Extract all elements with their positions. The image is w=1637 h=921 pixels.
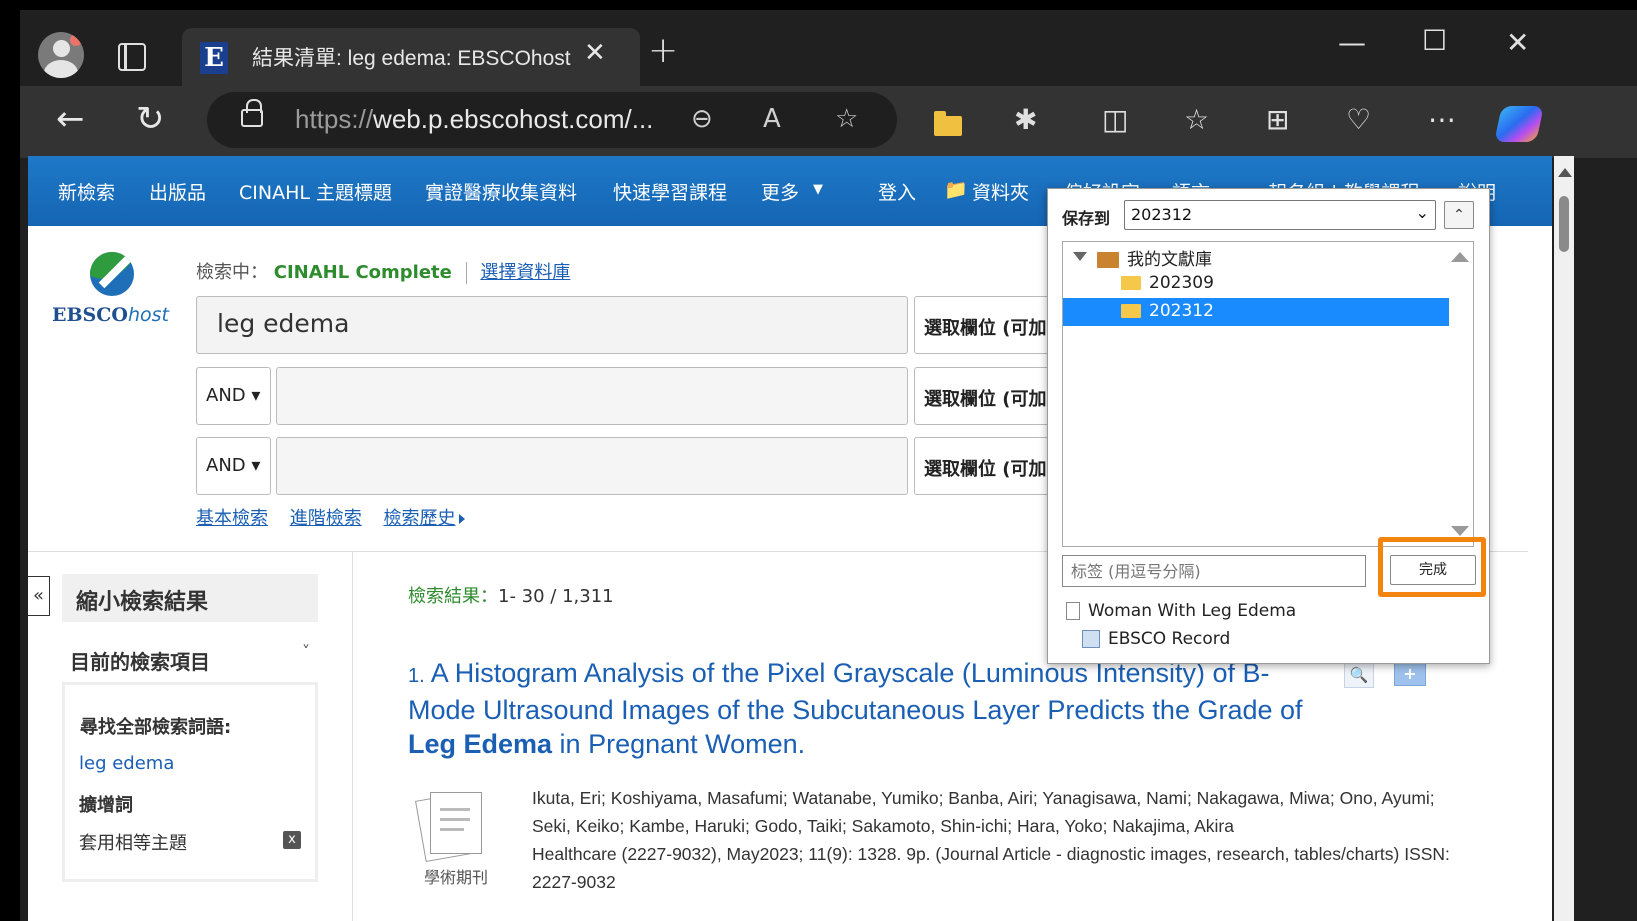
- collapse-sidebar-button[interactable]: «: [28, 576, 50, 616]
- nav-new-search[interactable]: 新檢索: [58, 178, 115, 205]
- scroll-up-icon[interactable]: [1451, 252, 1469, 262]
- journal-icon: [415, 788, 490, 863]
- bool-select-3[interactable]: AND ▾: [196, 437, 271, 495]
- publication-type: 學術期刊: [424, 868, 489, 887]
- remove-icon[interactable]: x: [283, 831, 301, 849]
- url-field[interactable]: https://web.p.ebscohost.com/... ⊖ A ☆: [207, 92, 897, 148]
- active-tab[interactable]: E 結果清單: leg edema: EBSCOhost ✕: [182, 28, 640, 88]
- saved-item-title: Woman With Leg Edema: [1066, 601, 1296, 621]
- saved-item-record: EBSCO Record: [1082, 629, 1230, 649]
- refine-results-heading: 縮小檢索結果: [62, 574, 318, 622]
- copilot-icon[interactable]: [1494, 106, 1544, 142]
- scroll-thumb[interactable]: [1559, 196, 1569, 252]
- tab-actions-icon[interactable]: [118, 43, 146, 71]
- folder-icon: [1121, 304, 1141, 318]
- save-to-folder-dialog: 保存到 202312⌄ ⌃ 我的文獻庫 202309 202312 完成 Wom…: [1047, 188, 1490, 664]
- advanced-search-link[interactable]: 進階檢索: [290, 508, 362, 529]
- done-button[interactable]: 完成: [1390, 555, 1476, 585]
- chevron-down-icon: ⌄: [1415, 203, 1429, 222]
- tab-title: 結果清單: leg edema: EBSCOhost: [252, 47, 571, 70]
- caret-right-icon: [459, 514, 466, 524]
- url-text: https://web.p.ebscohost.com/...: [295, 104, 654, 134]
- address-bar: ← ↻ https://web.p.ebscohost.com/... ⊖ A …: [20, 86, 1637, 158]
- new-tab-icon[interactable]: +: [648, 30, 678, 71]
- back-icon[interactable]: ←: [56, 102, 85, 136]
- nav-publications[interactable]: 出版品: [149, 178, 206, 205]
- ebsco-favicon-icon: E: [200, 42, 228, 74]
- page-scrollbar[interactable]: [1554, 156, 1574, 921]
- result-count: 檢索結果：1- 30 / 1,311: [408, 586, 614, 607]
- tree-folder-202309[interactable]: 202309: [1121, 273, 1214, 293]
- refresh-icon[interactable]: ↻: [136, 102, 165, 136]
- search-input-3[interactable]: [276, 437, 908, 495]
- read-aloud-icon[interactable]: A: [763, 104, 781, 134]
- tags-input[interactable]: [1062, 555, 1366, 587]
- chevron-down-icon[interactable]: ˅: [302, 642, 310, 661]
- folder-tree: 我的文獻庫 202309 202312: [1062, 241, 1474, 547]
- current-search-box: 尋找全部檢索詞語: leg edema 擴增詞 套用相等主題 x: [62, 682, 318, 882]
- searching-in: 檢索中： CINAHL Complete 選擇資料庫: [196, 262, 571, 284]
- minimize-icon[interactable]: —: [1338, 26, 1366, 59]
- collections-icon[interactable]: ⊞: [1266, 104, 1289, 136]
- expand-triangle-icon[interactable]: [1073, 252, 1087, 261]
- search-term-link[interactable]: leg edema: [79, 753, 174, 774]
- find-all-label: 尋找全部檢索詞語:: [80, 717, 232, 738]
- preview-icon[interactable]: 🔍: [1344, 662, 1374, 688]
- scroll-down-icon[interactable]: [1451, 526, 1469, 536]
- save-to-label: 保存到: [1062, 209, 1111, 228]
- ebscohost-logo[interactable]: EBSCOhost: [52, 252, 172, 332]
- document-icon: [1066, 602, 1080, 620]
- tab-strip: E 結果清單: leg edema: EBSCOhost ✕ + — ☐ ✕: [20, 10, 1637, 88]
- equivalent-subjects: 套用相等主題: [79, 833, 187, 854]
- nav-more[interactable]: 更多: [761, 178, 799, 205]
- scroll-up-icon[interactable]: [1558, 168, 1572, 177]
- lock-icon[interactable]: [241, 99, 263, 127]
- bool-select-2[interactable]: AND ▾: [196, 367, 271, 425]
- expanders-label: 擴增詞: [79, 795, 133, 816]
- search-mode-links: 基本檢索 進階檢索 檢索歷史: [196, 504, 466, 530]
- tree-library[interactable]: 我的文獻庫: [1097, 245, 1212, 270]
- result-details: Ikuta, Eri; Koshiyama, Masafumi; Watanab…: [532, 784, 1452, 896]
- extensions-icon[interactable]: ✱: [1014, 104, 1037, 136]
- record-icon: [1082, 630, 1100, 648]
- window-close-icon[interactable]: ✕: [1506, 26, 1529, 59]
- library-icon: [1097, 252, 1119, 268]
- favorites-icon[interactable]: ☆: [1184, 104, 1209, 136]
- maximize-icon[interactable]: ☐: [1422, 24, 1447, 57]
- zoom-icon[interactable]: ⊖: [691, 104, 713, 134]
- result-title-link[interactable]: 1. A Histogram Analysis of the Pixel Gra…: [408, 656, 1318, 761]
- nav-evidence[interactable]: 實證醫療收集資料: [425, 178, 577, 205]
- choose-database-link[interactable]: 選擇資料庫: [480, 262, 570, 283]
- tree-folder-202312[interactable]: 202312: [1063, 298, 1449, 326]
- add-to-folder-icon[interactable]: +: [1394, 662, 1426, 686]
- folder-icon: 📁: [944, 179, 968, 201]
- search-input-2[interactable]: [276, 367, 908, 425]
- folder-select[interactable]: 202312 ⌄: [1124, 200, 1436, 230]
- profile-icon[interactable]: [38, 32, 84, 78]
- ebsco-logo-icon: [90, 252, 134, 296]
- collapse-up-button[interactable]: ⌃: [1444, 201, 1474, 229]
- nav-folder[interactable]: 資料夾: [972, 178, 1029, 205]
- result-authors: Ikuta, Eri; Koshiyama, Masafumi; Watanab…: [532, 788, 1435, 836]
- close-icon[interactable]: ✕: [584, 38, 606, 68]
- database-name: CINAHL Complete: [273, 262, 452, 283]
- nav-quick-lessons[interactable]: 快速學習課程: [613, 178, 727, 205]
- current-search-heading[interactable]: 目前的檢索項目: [70, 646, 210, 675]
- favorite-star-icon[interactable]: ☆: [835, 104, 858, 134]
- nav-signin[interactable]: 登入: [878, 178, 916, 205]
- split-screen-icon[interactable]: ◫: [1102, 104, 1128, 136]
- basic-search-link[interactable]: 基本檢索: [196, 508, 268, 529]
- divider: [352, 552, 353, 921]
- chevron-down-icon: ▼: [813, 182, 823, 197]
- search-input-1[interactable]: leg edema: [196, 296, 908, 354]
- folder-icon[interactable]: [934, 111, 962, 136]
- health-icon[interactable]: ♡: [1346, 104, 1371, 136]
- folder-icon: [1121, 276, 1141, 290]
- more-icon[interactable]: ⋯: [1428, 104, 1456, 136]
- result-source: Healthcare (2227-9032), May2023; 11(9): …: [532, 844, 1450, 892]
- search-history-link[interactable]: 檢索歷史: [383, 508, 455, 529]
- nav-cinahl-headings[interactable]: CINAHL 主題標題: [239, 178, 392, 205]
